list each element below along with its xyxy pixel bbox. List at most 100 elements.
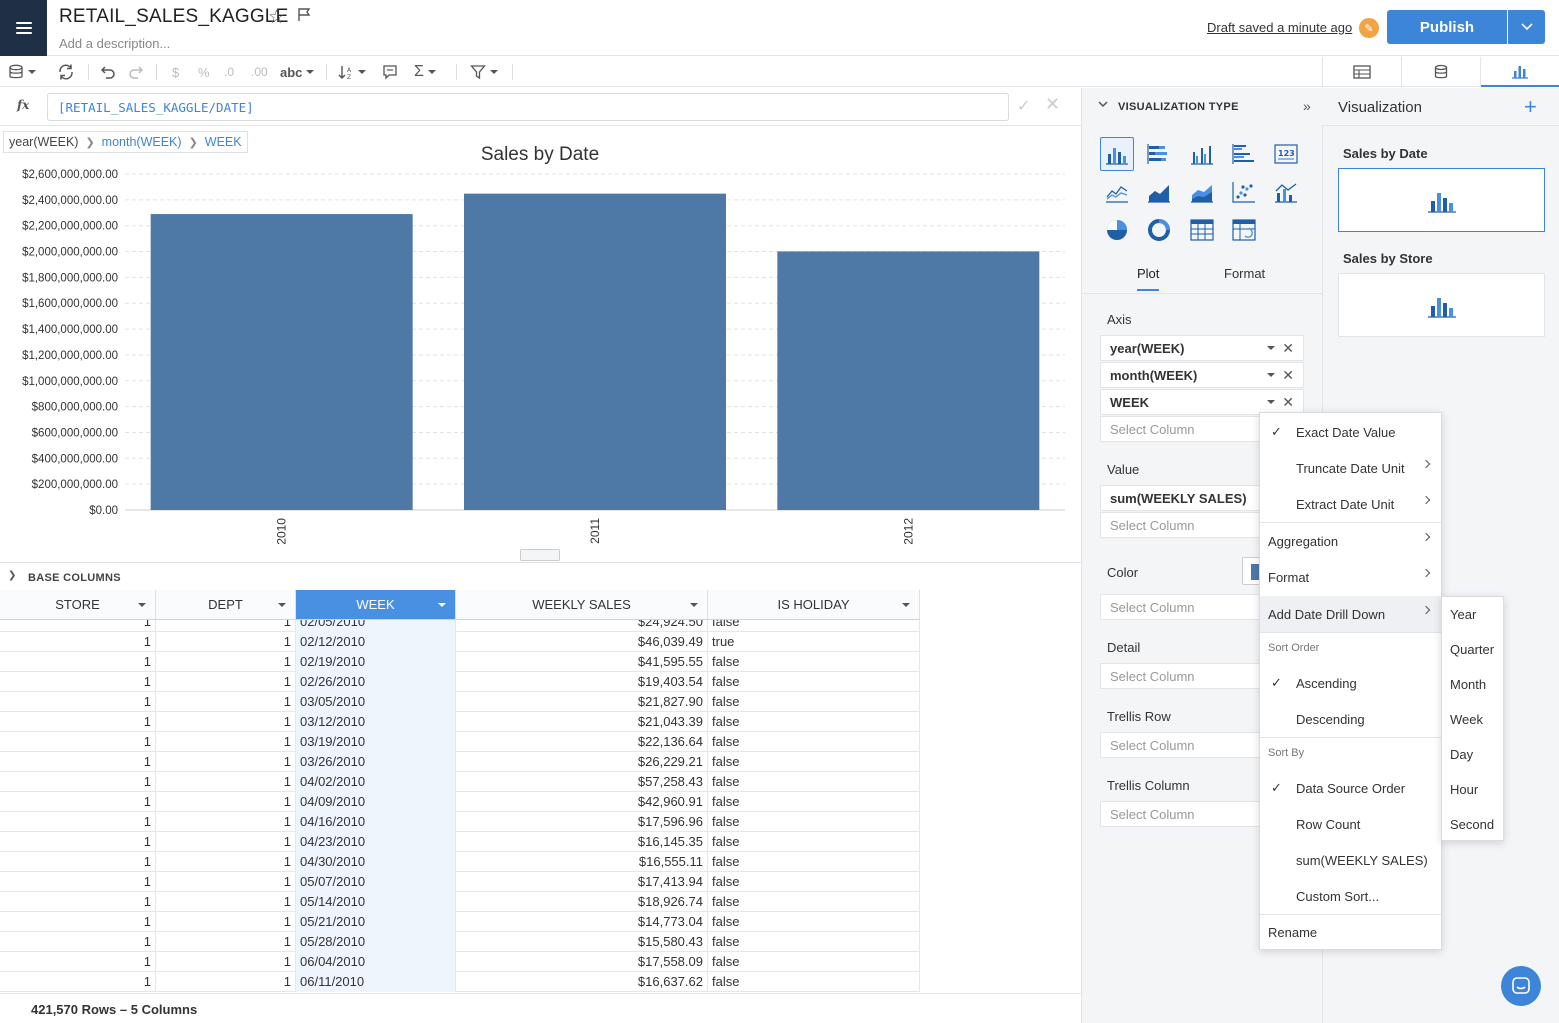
- cell-dept[interactable]: 1: [156, 792, 296, 812]
- cell-is-holiday[interactable]: false: [708, 972, 920, 992]
- chevron-down-icon[interactable]: [1098, 101, 1108, 109]
- workbook-title[interactable]: RETAIL_SALES_KAGGLE: [59, 6, 288, 28]
- cell-is-holiday[interactable]: false: [708, 712, 920, 732]
- submenu-item-day[interactable]: Day: [1450, 747, 1473, 762]
- cell-store[interactable]: 1: [0, 952, 156, 972]
- cell-week[interactable]: 06/04/2010: [296, 952, 456, 972]
- cell-is-holiday[interactable]: false: [708, 772, 920, 792]
- table-row[interactable]: 1 1 04/02/2010 $57,258.43 false: [0, 772, 920, 792]
- bookmark-flag-icon[interactable]: [296, 7, 312, 26]
- cell-weekly-sales[interactable]: $21,043.39: [456, 712, 708, 732]
- cell-is-holiday[interactable]: false: [708, 652, 920, 672]
- table-row[interactable]: 1 1 05/28/2010 $15,580.43 false: [0, 932, 920, 952]
- cell-dept[interactable]: 1: [156, 732, 296, 752]
- cell-is-holiday[interactable]: true: [708, 632, 920, 652]
- collapse-panel-icon[interactable]: »: [1303, 98, 1311, 114]
- cell-weekly-sales[interactable]: $17,558.09: [456, 952, 708, 972]
- cell-store[interactable]: 1: [0, 972, 156, 992]
- horizontal-grouped-bar-icon[interactable]: [1227, 137, 1261, 171]
- menu-item-custom-sort[interactable]: Custom Sort...: [1260, 878, 1441, 914]
- cell-is-holiday[interactable]: false: [708, 852, 920, 872]
- cell-week[interactable]: 05/07/2010: [296, 872, 456, 892]
- cell-week[interactable]: 05/21/2010: [296, 912, 456, 932]
- caret-down-icon[interactable]: [278, 603, 286, 607]
- cell-is-holiday[interactable]: false: [708, 792, 920, 812]
- menu-item-sum-weekly-sales[interactable]: sum(WEEKLY SALES): [1260, 842, 1441, 878]
- cell-weekly-sales[interactable]: $16,555.11: [456, 852, 708, 872]
- cell-weekly-sales[interactable]: $16,637.62: [456, 972, 708, 992]
- sort-button[interactable]: AZ: [338, 62, 366, 82]
- remove-icon[interactable]: ✕: [1282, 394, 1294, 411]
- cell-dept[interactable]: 1: [156, 692, 296, 712]
- cell-dept[interactable]: 1: [156, 672, 296, 692]
- column-header-weekly-sales[interactable]: WEEKLY SALES: [456, 590, 708, 620]
- cell-dept[interactable]: 1: [156, 632, 296, 652]
- cell-dept[interactable]: 1: [156, 952, 296, 972]
- menu-item-row-count[interactable]: Row Count: [1260, 806, 1441, 842]
- cell-weekly-sales[interactable]: $26,229.21: [456, 752, 708, 772]
- scatter-plot-icon[interactable]: [1227, 175, 1261, 209]
- table-row[interactable]: 1 1 04/16/2010 $17,596.96 false: [0, 812, 920, 832]
- table-row[interactable]: 1 1 03/26/2010 $26,229.21 false: [0, 752, 920, 772]
- cell-week[interactable]: 03/19/2010: [296, 732, 456, 752]
- menu-item-exact-date-value[interactable]: ✓ Exact Date Value: [1260, 414, 1441, 450]
- tab-table-view[interactable]: [1323, 57, 1402, 87]
- cell-store[interactable]: 1: [0, 732, 156, 752]
- menu-item-add-date-drill-down[interactable]: Add Date Drill Down: [1260, 596, 1441, 632]
- table-row[interactable]: 1 1 03/12/2010 $21,043.39 false: [0, 712, 920, 732]
- bar-2011[interactable]: [464, 193, 726, 510]
- cell-week[interactable]: 04/30/2010: [296, 852, 456, 872]
- table-row[interactable]: 1 1 05/14/2010 $18,926.74 false: [0, 892, 920, 912]
- column-header-is-holiday[interactable]: IS HOLIDAY: [708, 590, 920, 620]
- currency-format-button[interactable]: $: [172, 62, 179, 82]
- submenu-item-week[interactable]: Week: [1450, 712, 1483, 727]
- formula-input[interactable]: [RETAIL_SALES_KAGGLE/DATE]: [47, 93, 1009, 121]
- cell-dept[interactable]: 1: [156, 620, 296, 632]
- cell-is-holiday[interactable]: false: [708, 872, 920, 892]
- table-row[interactable]: 1 1 04/30/2010 $16,555.11 false: [0, 852, 920, 872]
- cell-is-holiday[interactable]: false: [708, 892, 920, 912]
- cell-is-holiday[interactable]: false: [708, 932, 920, 952]
- cell-week[interactable]: 04/23/2010: [296, 832, 456, 852]
- cell-is-holiday[interactable]: false: [708, 672, 920, 692]
- cell-store[interactable]: 1: [0, 632, 156, 652]
- cell-store[interactable]: 1: [0, 712, 156, 732]
- donut-chart-icon[interactable]: [1142, 213, 1176, 247]
- pencil-icon[interactable]: ✎: [1359, 18, 1379, 38]
- cell-store[interactable]: 1: [0, 812, 156, 832]
- menu-item-extract-date-unit[interactable]: Extract Date Unit: [1260, 486, 1441, 522]
- table-row[interactable]: 1 1 03/05/2010 $21,827.90 false: [0, 692, 920, 712]
- cell-week[interactable]: 03/05/2010: [296, 692, 456, 712]
- remove-icon[interactable]: ✕: [1282, 367, 1294, 384]
- cell-dept[interactable]: 1: [156, 652, 296, 672]
- cell-weekly-sales[interactable]: $42,960.91: [456, 792, 708, 812]
- cell-store[interactable]: 1: [0, 872, 156, 892]
- table-row[interactable]: 1 1 04/09/2010 $42,960.91 false: [0, 792, 920, 812]
- cell-dept[interactable]: 1: [156, 712, 296, 732]
- bar-chart-type-icon[interactable]: [1100, 137, 1134, 171]
- cell-weekly-sales[interactable]: $22,136.64: [456, 732, 708, 752]
- submenu-item-second[interactable]: Second: [1450, 817, 1494, 832]
- horizontal-stacked-bar-icon[interactable]: [1142, 137, 1176, 171]
- submenu-item-month[interactable]: Month: [1450, 677, 1486, 692]
- cell-store[interactable]: 1: [0, 852, 156, 872]
- chart-resize-handle[interactable]: [520, 549, 560, 561]
- publish-button[interactable]: Publish: [1387, 10, 1507, 44]
- grouped-column-icon[interactable]: [1185, 137, 1219, 171]
- cell-is-holiday[interactable]: false: [708, 952, 920, 972]
- undo-button[interactable]: [100, 62, 116, 82]
- cell-dept[interactable]: 1: [156, 812, 296, 832]
- cell-dept[interactable]: 1: [156, 772, 296, 792]
- pivot-table-icon[interactable]: [1227, 213, 1261, 247]
- cell-week[interactable]: 02/26/2010: [296, 672, 456, 692]
- bar-2010[interactable]: [150, 214, 413, 511]
- table-row[interactable]: 1 1 05/21/2010 $14,773.04 false: [0, 912, 920, 932]
- cell-weekly-sales[interactable]: $46,039.49: [456, 632, 708, 652]
- draft-status-link[interactable]: Draft saved a minute ago: [1207, 20, 1352, 35]
- kpi-number-icon[interactable]: 123: [1269, 137, 1303, 171]
- cancel-formula-icon[interactable]: ✕: [1045, 94, 1060, 115]
- menu-item-rename[interactable]: Rename: [1260, 914, 1441, 950]
- cell-dept[interactable]: 1: [156, 852, 296, 872]
- percent-format-button[interactable]: %: [198, 62, 210, 82]
- table-row[interactable]: 1 1 03/19/2010 $22,136.64 false: [0, 732, 920, 752]
